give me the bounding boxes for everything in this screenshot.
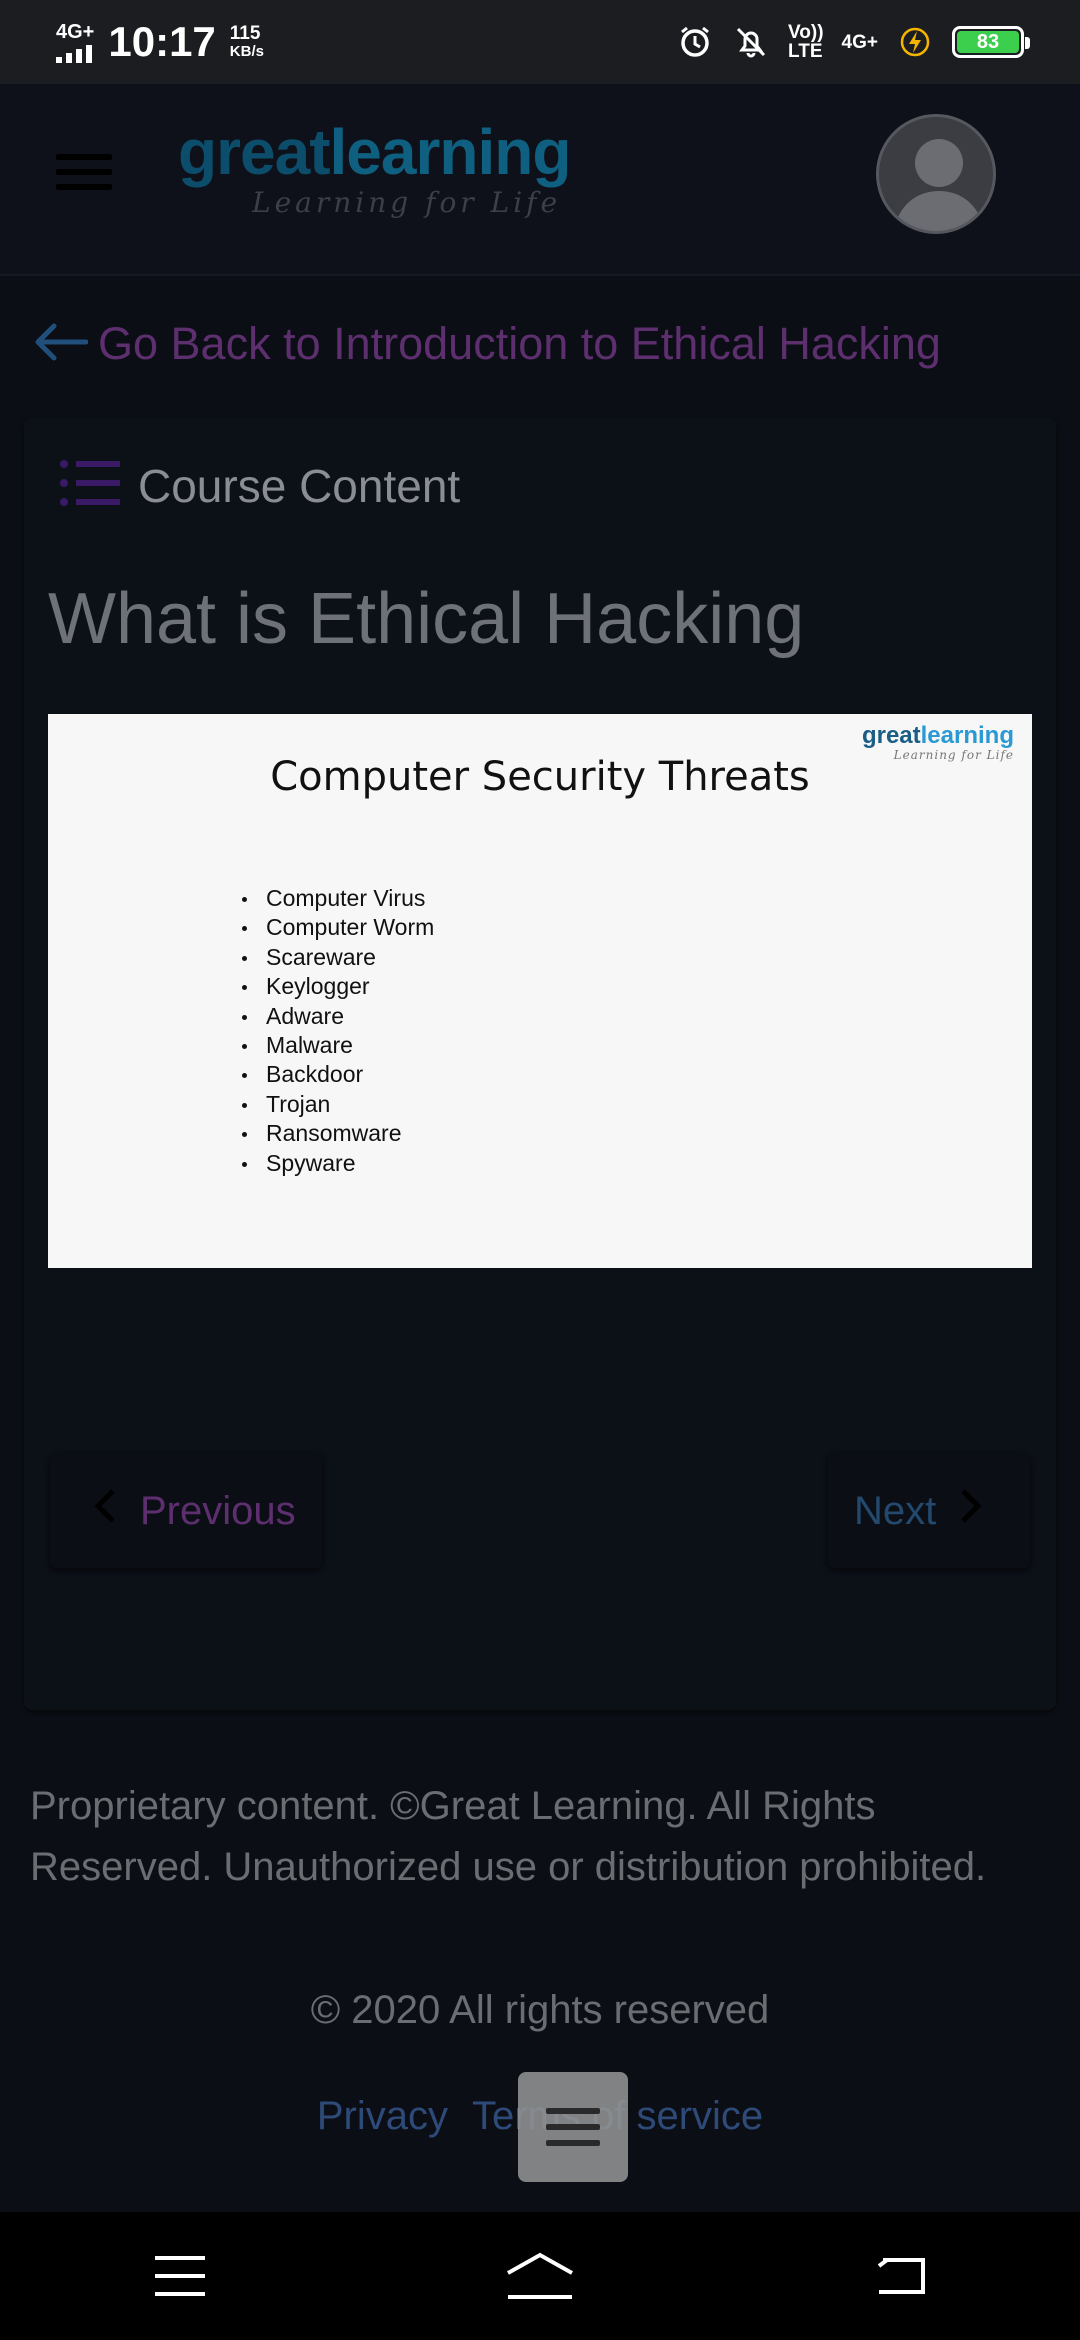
network-indicator: 4G+ xyxy=(56,22,94,63)
slide-title: Computer Security Threats xyxy=(270,754,810,800)
back-link[interactable]: Go Back to Introduction to Ethical Hacki… xyxy=(32,318,941,370)
arrow-left-icon xyxy=(32,322,89,367)
slide-logo-great: great xyxy=(861,722,921,749)
lesson-title: What is Ethical Hacking xyxy=(48,579,805,659)
threat-list: Computer Virus Computer Worm Scareware K… xyxy=(241,884,434,1178)
battery-level: 83 xyxy=(957,31,1019,53)
list-item: Ransomware xyxy=(241,1119,434,1148)
next-button[interactable]: Next xyxy=(828,1454,1030,1568)
network-speed: 115 KB/s xyxy=(230,24,264,60)
next-label: Next xyxy=(854,1488,937,1533)
list-item: Computer Virus xyxy=(241,884,434,913)
status-bar: 4G+ 10:17 115 KB/s Vo)) LTE 4G+ 83 xyxy=(0,0,1080,84)
menu-icon[interactable] xyxy=(56,154,112,194)
status-right: Vo)) LTE 4G+ 83 xyxy=(676,23,1030,61)
chevron-left-icon xyxy=(94,1488,116,1534)
charging-icon xyxy=(896,23,934,61)
back-icon[interactable] xyxy=(860,2246,940,2306)
list-icon xyxy=(58,458,122,513)
floating-menu-button[interactable] xyxy=(518,2072,628,2182)
lesson-card: Course Content What is Ethical Hacking g… xyxy=(24,418,1056,1710)
list-item: Malware xyxy=(241,1031,434,1060)
volte-bottom: LTE xyxy=(788,41,823,62)
previous-button[interactable]: Previous xyxy=(50,1454,322,1568)
alarm-icon xyxy=(676,23,714,61)
greatlearning-logo[interactable]: greatlearning Learning for Life xyxy=(178,120,571,219)
slide-logo-learning: learning xyxy=(920,722,1014,749)
recent-apps-icon[interactable] xyxy=(140,2246,220,2306)
system-nav-bar xyxy=(0,2212,1080,2340)
list-item: Trojan xyxy=(241,1090,434,1119)
previous-label: Previous xyxy=(140,1488,296,1533)
chevron-right-icon xyxy=(960,1488,982,1534)
signal-icon xyxy=(56,44,92,63)
logo-great: great xyxy=(178,116,330,188)
back-link-label: Go Back to Introduction to Ethical Hacki… xyxy=(98,318,941,369)
speed-value: 115 xyxy=(229,23,261,45)
list-item: Keylogger xyxy=(241,972,434,1001)
speed-unit: KB/s xyxy=(229,43,264,61)
battery-icon: 83 xyxy=(952,26,1030,58)
volte-top: Vo)) xyxy=(788,22,824,43)
logo-learning: learning xyxy=(329,116,572,188)
list-item: Spyware xyxy=(241,1149,434,1178)
course-content-label: Course Content xyxy=(138,459,461,512)
network-type: 4G+ xyxy=(56,20,95,43)
proprietary-notice: Proprietary content. ©Great Learning. Al… xyxy=(30,1784,987,1889)
course-content-toggle[interactable]: Course Content xyxy=(58,458,460,513)
status-left: 4G+ 10:17 115 KB/s xyxy=(56,18,264,66)
logo-tagline: Learning for Life xyxy=(252,186,562,219)
notifications-off-icon xyxy=(732,23,770,61)
user-icon xyxy=(893,139,985,231)
copyright-text: © 2020 All rights reserved xyxy=(310,1988,770,2032)
list-item: Adware xyxy=(241,1002,434,1031)
clock: 10:17 xyxy=(108,18,216,65)
app-header: greatlearning Learning for Life xyxy=(0,84,1080,276)
network-type-2: 4G+ xyxy=(841,31,878,53)
privacy-link[interactable]: Privacy xyxy=(317,2094,448,2139)
avatar[interactable] xyxy=(876,114,996,234)
volte-indicator: Vo)) LTE xyxy=(788,23,824,61)
list-item: Scareware xyxy=(241,943,434,972)
lesson-slide: greatlearning Learning for Life Computer… xyxy=(48,714,1032,1268)
home-icon[interactable] xyxy=(500,2246,580,2306)
list-item: Backdoor xyxy=(241,1060,434,1089)
list-item: Computer Worm xyxy=(241,913,434,942)
